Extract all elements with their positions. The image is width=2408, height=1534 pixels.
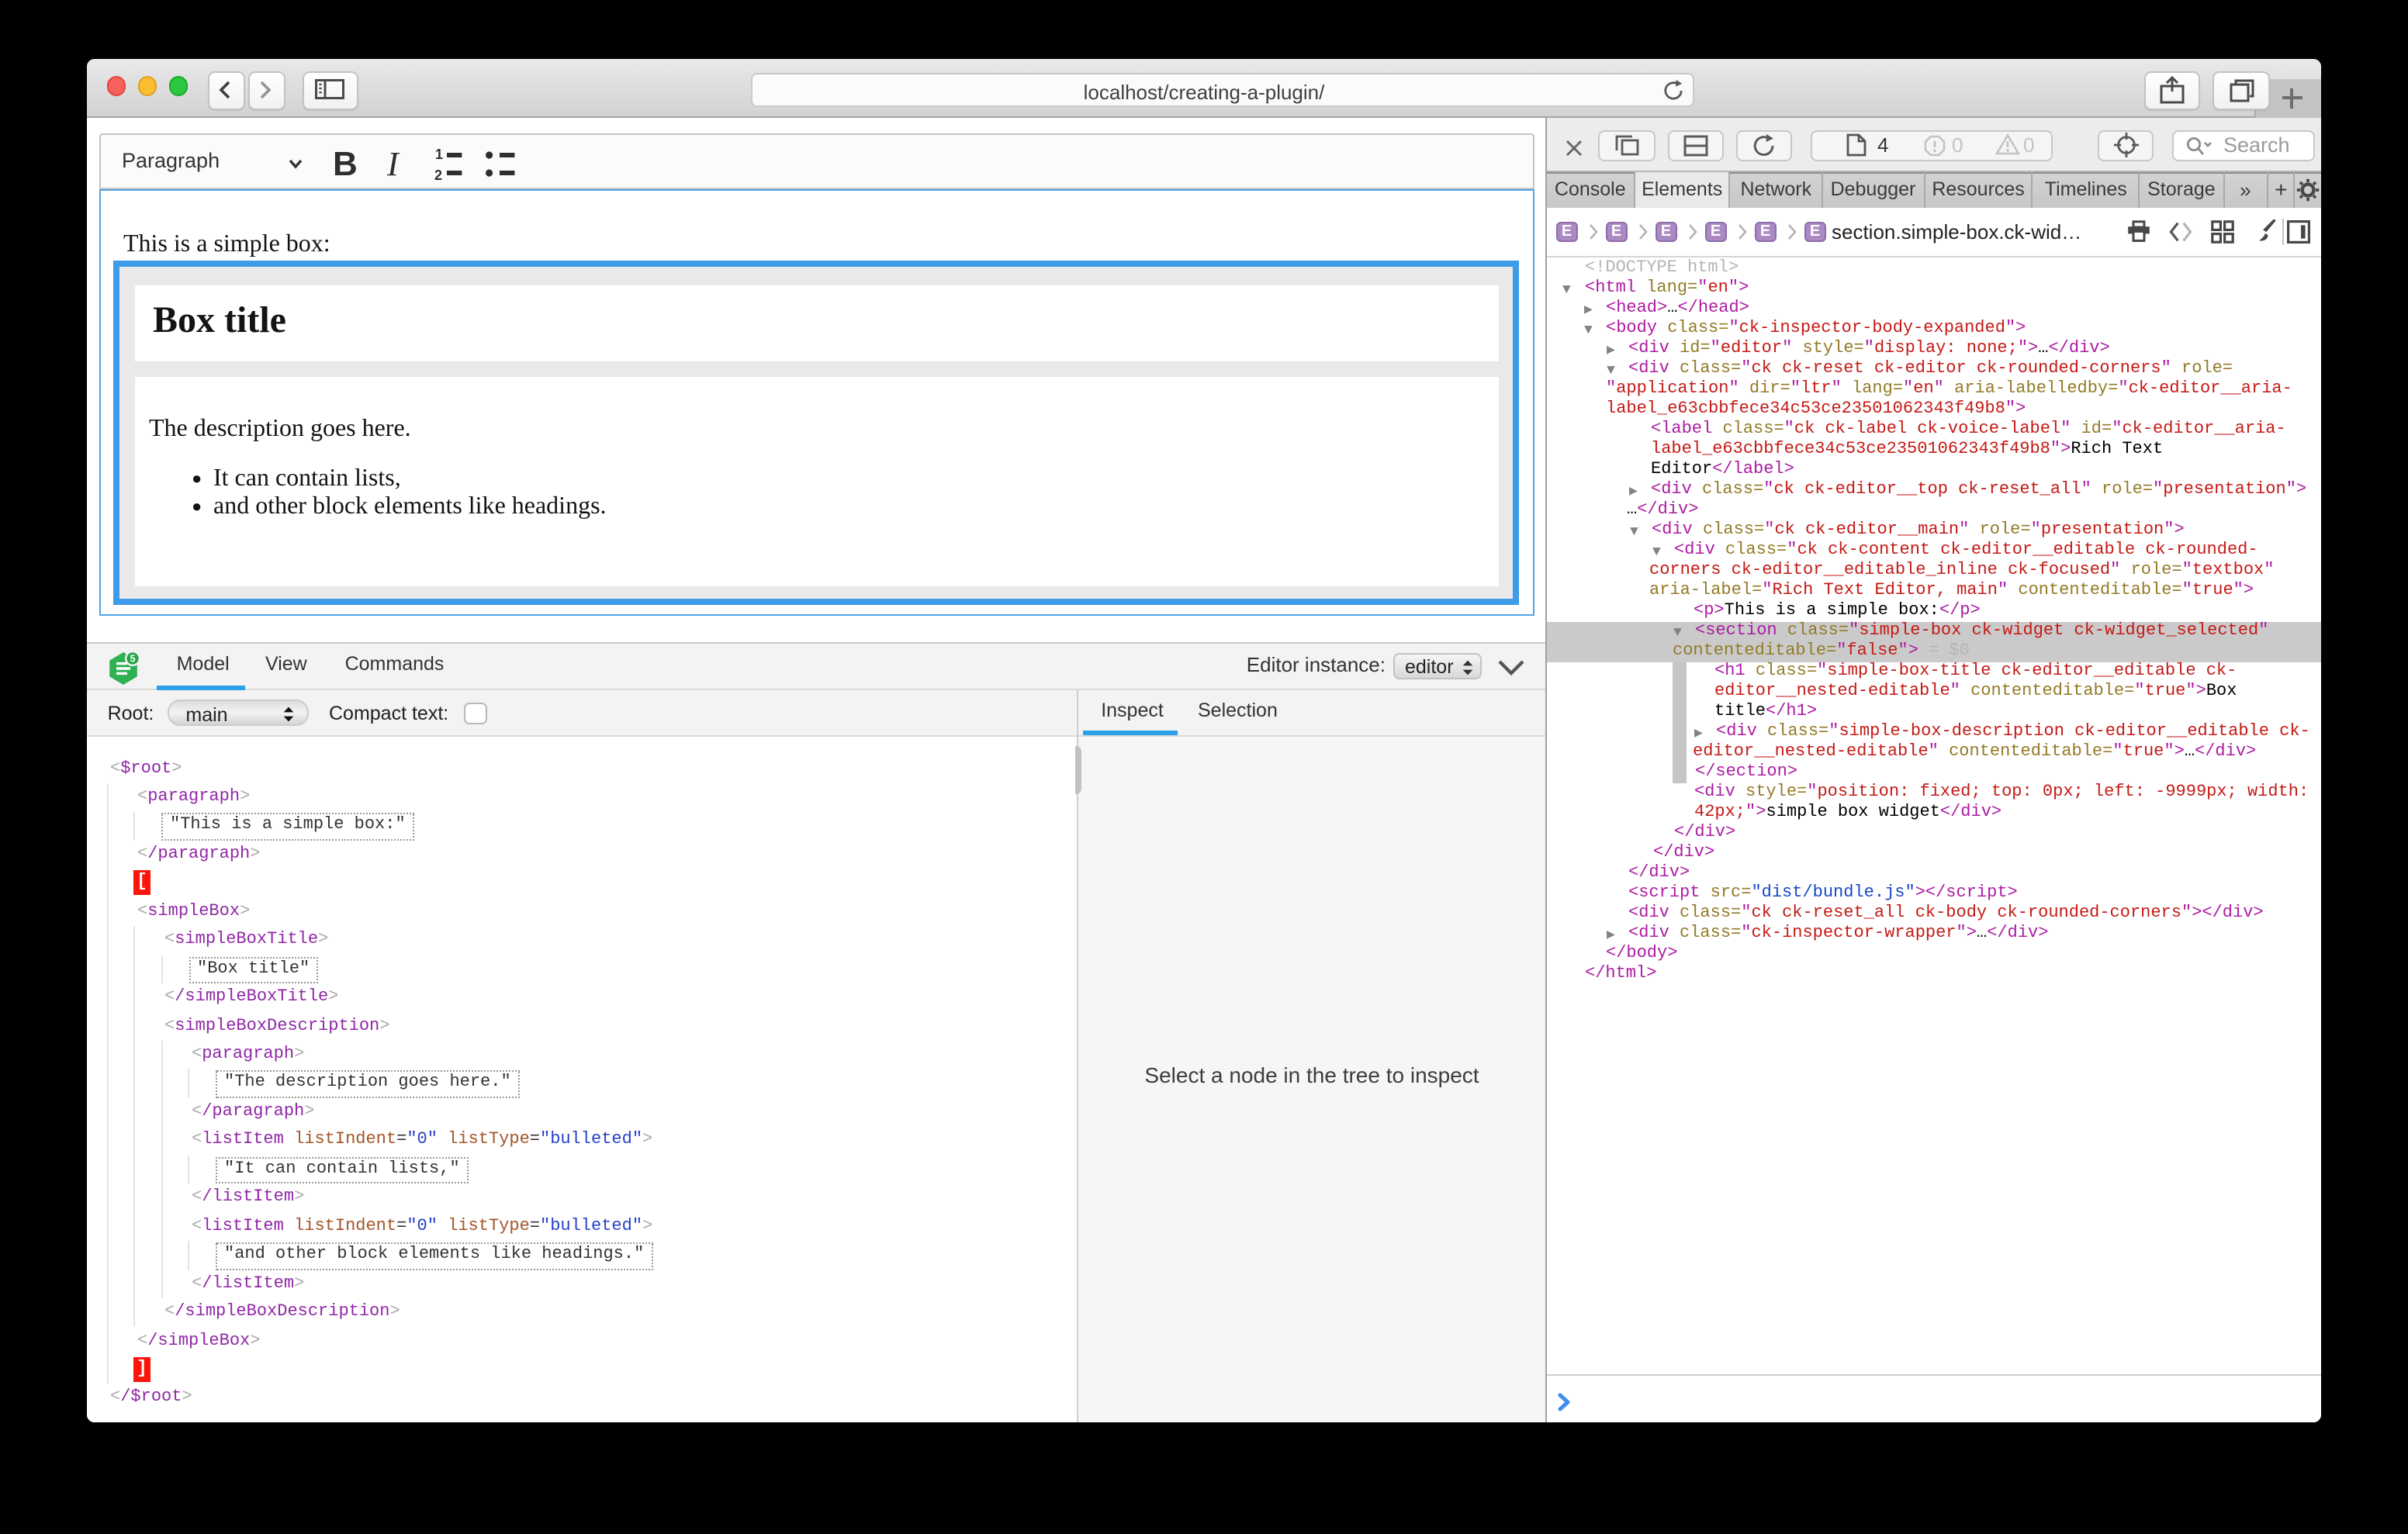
svg-text:2: 2 (434, 167, 441, 179)
svg-text:5: 5 (129, 653, 134, 665)
svg-text:1: 1 (434, 147, 442, 161)
